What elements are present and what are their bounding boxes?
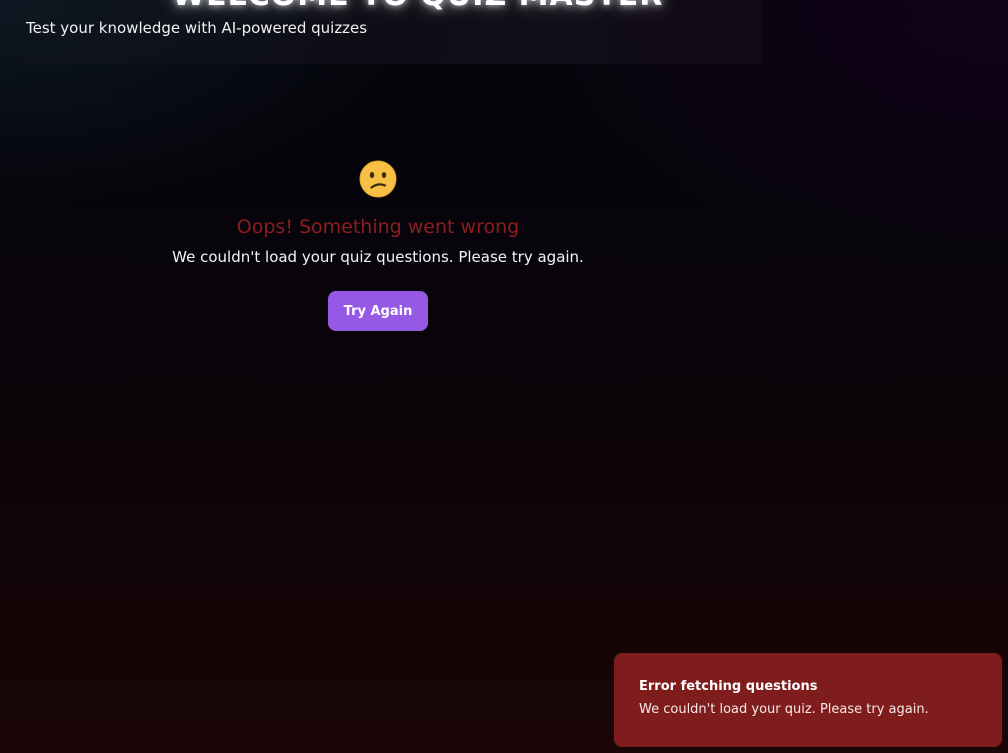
error-state: Oops! Something went wrong We couldn't l…: [0, 160, 756, 331]
page-subtitle: Test your knowledge with AI-powered quiz…: [26, 19, 368, 37]
page-title: WELCOME TO QUIZ MASTER: [172, 0, 663, 13]
confused-face-icon: [359, 160, 397, 198]
error-message: We couldn't load your quiz questions. Pl…: [172, 248, 584, 266]
toast-title: Error fetching questions: [639, 679, 818, 694]
header-panel: WELCOME TO QUIZ MASTER Test your knowled…: [0, 0, 762, 64]
error-heading: Oops! Something went wrong: [236, 216, 520, 238]
toast-message: We couldn't load your quiz. Please try a…: [639, 702, 929, 717]
try-again-button[interactable]: Try Again: [328, 291, 428, 331]
error-toast[interactable]: Error fetching questions We couldn't loa…: [614, 653, 1002, 747]
